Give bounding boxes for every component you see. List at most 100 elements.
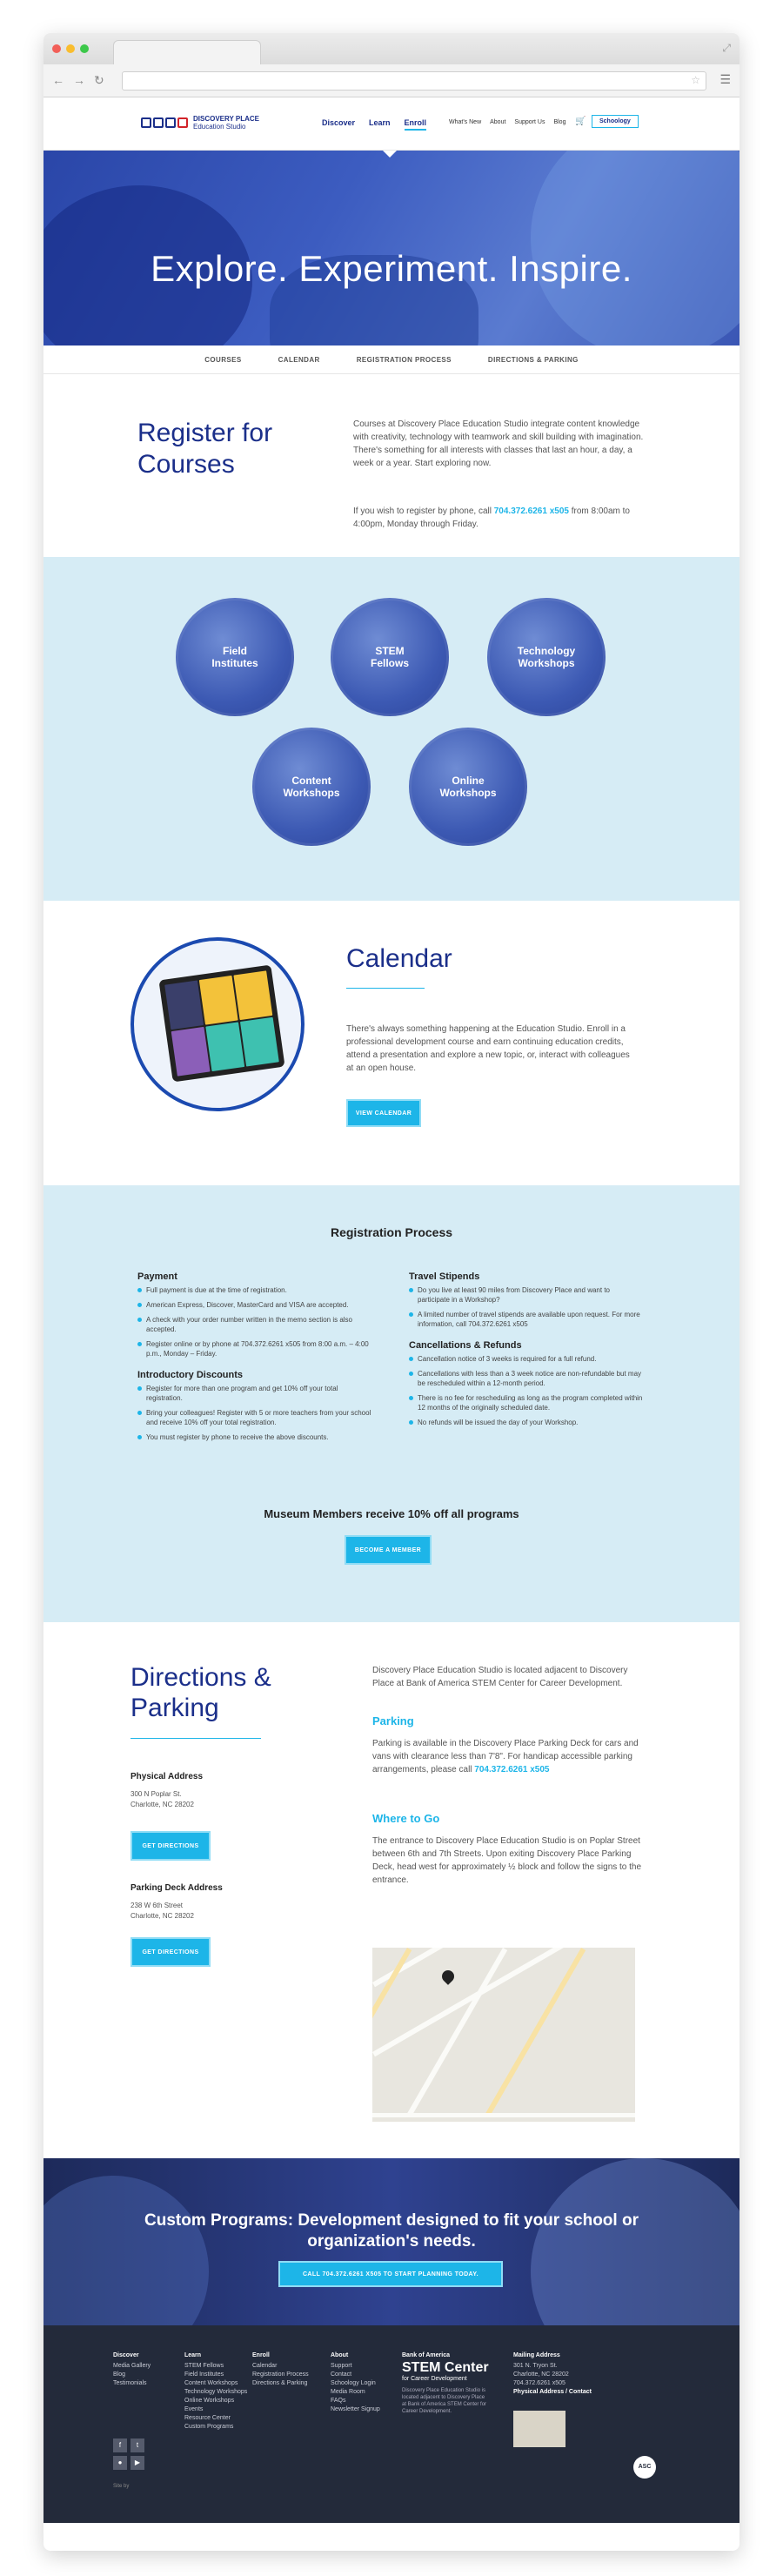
nav-whats-new[interactable]: What's New (449, 119, 481, 125)
minimize-window-icon[interactable] (66, 44, 75, 53)
process-right-column: Travel Stipends Do you live at least 90 … (409, 1272, 644, 1439)
list-item: A check with your order number written i… (137, 1315, 372, 1334)
youtube-icon[interactable]: ▶ (130, 2456, 144, 2470)
list-item: Cancellations with less than a 3 week no… (409, 1369, 644, 1388)
calendar-section: Calendar There's always something happen… (44, 901, 740, 1185)
browser-titlebar: ⤢ (44, 33, 740, 64)
program-field-institutes[interactable]: Field Institutes (176, 598, 294, 716)
footer-col-enroll: Enroll Calendar Registration Process Dir… (252, 2352, 309, 2386)
registration-process-section: Registration Process Payment Full paymen… (44, 1185, 740, 1622)
subnav-courses[interactable]: COURSES (204, 356, 241, 364)
list-item: Cancellation notice of 3 weeks is requir… (409, 1354, 644, 1364)
site-header: DISCOVERY PLACE Education Studio Discove… (44, 97, 740, 151)
process-title: Registration Process (330, 1225, 453, 1239)
nav-enroll[interactable]: Enroll (404, 118, 427, 131)
calendar-tablet-image (130, 937, 304, 1111)
footer-col-learn: Learn STEM Fellows Field Institutes Cont… (184, 2352, 248, 2430)
fullscreen-icon[interactable]: ⤢ (722, 42, 731, 55)
subnav-calendar[interactable]: CALENDAR (278, 356, 320, 364)
map-pin-icon[interactable] (439, 1968, 457, 1985)
register-intro: Courses at Discovery Place Education Stu… (353, 419, 644, 468)
list-item: No refunds will be issued the day of you… (409, 1418, 644, 1427)
close-window-icon[interactable] (52, 44, 61, 53)
list-item: There is no fee for rescheduling as long… (409, 1393, 644, 1412)
site-logo[interactable]: DISCOVERY PLACE Education Studio (141, 115, 259, 131)
address-bar[interactable]: ☆ (122, 71, 706, 91)
nav-about[interactable]: About (490, 119, 505, 125)
cancellations-heading: Cancellations & Refunds (409, 1340, 522, 1351)
schoology-button[interactable]: Schoology (592, 115, 639, 128)
browser-tab[interactable] (113, 40, 261, 64)
program-circles: Field Institutes STEM Fellows Technology… (44, 557, 740, 901)
footer-col-about: About Support Contact Schoology Login Me… (331, 2352, 380, 2412)
section-subnav: COURSES CALENDAR REGISTRATION PROCESS DI… (44, 345, 740, 374)
bookmark-star-icon[interactable]: ☆ (691, 74, 700, 86)
browser-window: ⤢ ← → ↻ ☆ ☰ DISCOVERY PLACE Education St… (44, 33, 740, 2551)
cart-icon[interactable]: 🛒 (575, 117, 586, 126)
discounts-heading: Introductory Discounts (137, 1370, 244, 1380)
register-phone-text: If you wish to register by phone, call 7… (353, 506, 630, 529)
hero-title: Explore. Experiment. Inspire. (151, 248, 632, 289)
physical-address-label: Physical Address (130, 1772, 204, 1781)
hamburger-menu-icon[interactable]: ☰ (719, 72, 731, 87)
directions-title: Directions & Parking (130, 1663, 271, 1722)
list-item: You must register by phone to receive th… (137, 1432, 372, 1442)
maximize-window-icon[interactable] (80, 44, 89, 53)
flickr-icon[interactable]: ● (113, 2456, 127, 2470)
start-planning-button[interactable]: CALL 704.372.6261 X505 TO START PLANNING… (278, 2261, 503, 2287)
phone-link[interactable]: 704.372.6261 x505 (494, 506, 569, 516)
footer-mini-map[interactable] (513, 2411, 566, 2447)
calendar-title: Calendar (346, 944, 452, 973)
process-left-column: Payment Full payment is due at the time … (137, 1272, 372, 1454)
footer-col-discover: Discover Media Gallery Blog Testimonials (113, 2352, 151, 2386)
members-discount-text: Museum Members receive 10% off all progr… (264, 1507, 519, 1520)
program-online-workshops[interactable]: Online Workshops (409, 728, 527, 846)
register-title: Register for Courses (137, 419, 273, 479)
footer-links[interactable]: Physical Address / Contact (513, 2388, 592, 2397)
list-item: Do you live at least 90 miles from Disco… (409, 1285, 644, 1305)
custom-programs-title: Custom Programs: Development designed to… (144, 2211, 639, 2251)
nav-learn[interactable]: Learn (369, 118, 391, 131)
browser-toolbar: ← → ↻ ☆ ☰ (44, 64, 740, 97)
utility-nav: What's New About Support Us Blog (449, 119, 566, 125)
title-divider (346, 988, 425, 989)
back-arrow-icon[interactable]: ← (52, 73, 64, 88)
custom-programs-banner: Custom Programs: Development designed to… (44, 2158, 740, 2325)
twitter-icon[interactable]: t (130, 2438, 144, 2452)
location-map[interactable] (372, 1948, 635, 2122)
deck-get-directions-button[interactable]: GET DIRECTIONS (130, 1937, 211, 1967)
nav-blog[interactable]: Blog (553, 119, 566, 125)
program-technology-workshops[interactable]: Technology Workshops (487, 598, 606, 716)
accreditation-badge-icon: ASC (633, 2456, 656, 2479)
subnav-directions[interactable]: DIRECTIONS & PARKING (488, 356, 579, 364)
list-item: Full payment is due at the time of regis… (137, 1285, 372, 1295)
list-item: Register for more than one program and g… (137, 1384, 372, 1403)
footer-mailing-address: Mailing Address 301 N. Tryon St. Charlot… (513, 2352, 592, 2397)
become-member-button[interactable]: BECOME A MEMBER (345, 1535, 432, 1565)
parking-text: Parking is available in the Discovery Pl… (372, 1739, 639, 1774)
parking-heading: Parking (372, 1714, 414, 1727)
main-nav: Discover Learn Enroll (322, 118, 427, 131)
list-item: Bring your colleagues! Register with 5 o… (137, 1408, 372, 1427)
facebook-icon[interactable]: f (113, 2438, 127, 2452)
nav-support-us[interactable]: Support Us (514, 119, 545, 125)
view-calendar-button[interactable]: VIEW CALENDAR (346, 1099, 421, 1127)
subnav-registration[interactable]: REGISTRATION PROCESS (357, 356, 452, 364)
parking-phone-link[interactable]: 704.372.6261 x505 (474, 1765, 549, 1774)
parking-deck-address: 238 W 6th Street Charlotte, NC 28202 (130, 1902, 194, 1920)
stipends-heading: Travel Stipends (409, 1271, 480, 1282)
where-to-go-text: The entrance to Discovery Place Educatio… (372, 1836, 642, 1885)
site-by-credit[interactable]: Site by (113, 2482, 129, 2491)
stem-description: Discovery Place Education Studio is loca… (402, 2388, 487, 2414)
list-item: American Express, Discover, MasterCard a… (137, 1300, 372, 1310)
nav-discover[interactable]: Discover (322, 118, 355, 131)
logo-title: DISCOVERY PLACE (193, 115, 260, 123)
directions-section: Directions & Parking Physical Address 30… (44, 1622, 740, 2158)
program-content-workshops[interactable]: Content Workshops (252, 728, 371, 846)
stem-center-logo[interactable]: Bank of America STEM Center for Career D… (402, 2351, 489, 2415)
program-stem-fellows[interactable]: STEM Fellows (331, 598, 449, 716)
physical-get-directions-button[interactable]: GET DIRECTIONS (130, 1831, 211, 1861)
hero-banner: Explore. Experiment. Inspire. (44, 151, 740, 345)
forward-arrow-icon[interactable]: → (73, 73, 85, 88)
reload-icon[interactable]: ↻ (94, 73, 104, 88)
